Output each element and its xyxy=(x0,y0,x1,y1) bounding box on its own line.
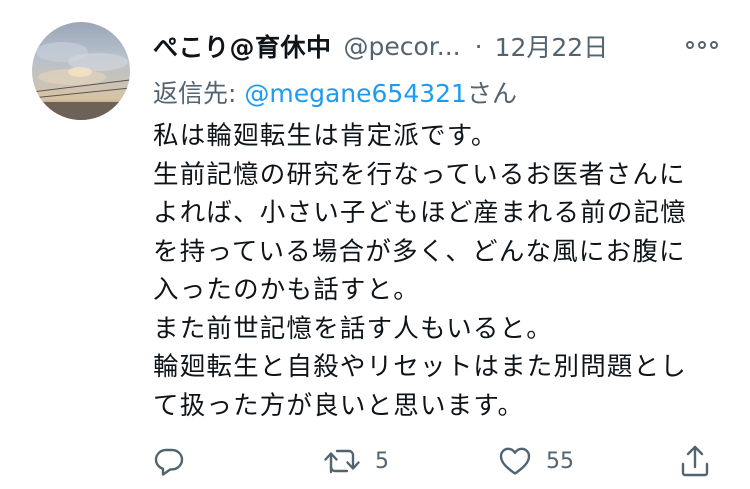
tweet-header: ぺこり@育休中 @pecor... · 12月22日 xyxy=(153,26,720,66)
retweet-count: 5 xyxy=(375,448,389,474)
reply-to-mention[interactable]: @megane654321 xyxy=(244,79,467,108)
share-button[interactable] xyxy=(680,443,710,479)
tweet-text-line: 輪廻転生と自殺やリセットはまた別問題とし xyxy=(153,352,688,382)
like-button[interactable]: 55 xyxy=(498,443,574,479)
reply-to-line: 返信先: @megane654321さん xyxy=(153,74,517,110)
share-icon xyxy=(681,445,709,477)
display-name[interactable]: ぺこり@育休中 xyxy=(153,28,332,64)
timestamp[interactable]: 12月22日 xyxy=(495,28,609,64)
like-count: 55 xyxy=(546,448,574,474)
more-icon xyxy=(686,41,718,49)
tweet-text-line: 入ったのかも話すと。 xyxy=(153,275,421,305)
avatar[interactable] xyxy=(32,22,130,120)
reply-to-prefix: 返信先: xyxy=(153,79,245,108)
heart-icon xyxy=(499,447,531,475)
separator-dot: · xyxy=(474,31,483,61)
tweet-text-line: 私は輪廻転生は肯定派です。 xyxy=(153,121,498,151)
tweet-text-line: て扱った方が良いと思います。 xyxy=(153,390,525,421)
tweet-text-line: を持っている場合が多く、どんな風にお腹に xyxy=(153,236,686,267)
user-handle[interactable]: @pecor... xyxy=(344,32,461,61)
avatar-image xyxy=(32,42,130,120)
tweet-text-line: また前世記憶を話す人もいると。 xyxy=(153,313,553,344)
tweet-text-line: 生前記憶の研究を行なっているお医者さんに xyxy=(153,159,686,190)
tweet-card[interactable]: ぺこり@育休中 @pecor... · 12月22日 返信先: @megane6… xyxy=(0,0,750,489)
retweet-button[interactable]: 5 xyxy=(323,443,389,479)
tweet-actions: 5 55 xyxy=(153,443,723,479)
reply-to-suffix: さん xyxy=(466,79,517,108)
retweet-icon xyxy=(324,449,360,474)
tweet-text-line: よれば、小さい子どもほど産まれる前の記憶 xyxy=(153,198,688,228)
reply-button[interactable] xyxy=(153,443,185,479)
tweet-text: 私は輪廻転生は肯定派です。 生前記憶の研究を行なっているお医者さんに よれば、小… xyxy=(153,117,728,425)
reply-icon xyxy=(154,448,184,476)
more-button[interactable] xyxy=(684,30,720,60)
